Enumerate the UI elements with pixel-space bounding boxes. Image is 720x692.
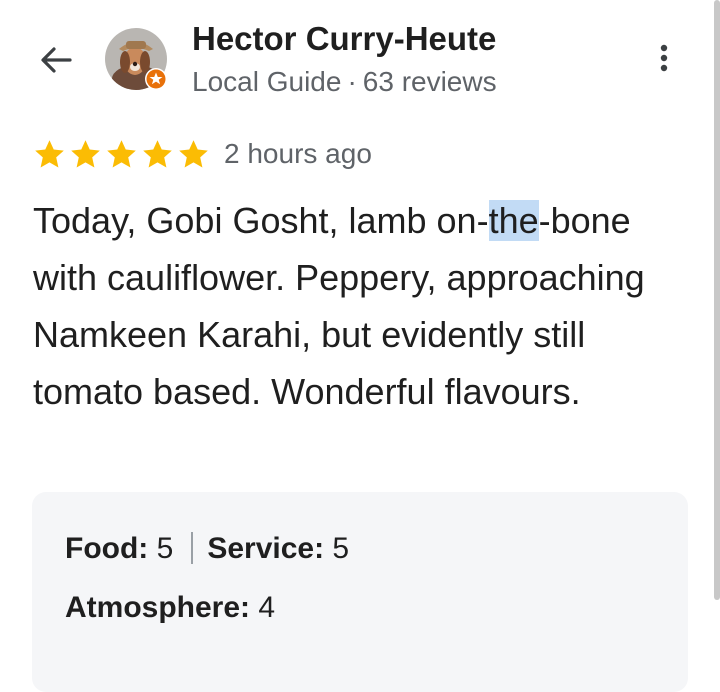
ratings-row-2: Atmosphere: 4 <box>65 591 275 625</box>
atmosphere-value: 4 <box>258 591 276 624</box>
service-value: 5 <box>332 532 350 565</box>
more-options-icon[interactable] <box>650 38 678 78</box>
review-text-part: Today, Gobi Gosht, lamb on- <box>33 200 489 241</box>
scrollbar[interactable] <box>714 0 720 600</box>
ratings-divider <box>191 532 194 564</box>
local-guide-label: Local Guide <box>192 66 342 97</box>
star-rating <box>32 137 211 172</box>
star-icon <box>143 140 172 168</box>
food-label: Food: <box>65 532 149 565</box>
selected-text: the <box>488 200 539 241</box>
meta-separator: · <box>347 66 357 97</box>
atmosphere-label: Atmosphere: <box>65 591 251 624</box>
local-guide-badge-icon <box>145 68 167 90</box>
reviewer-meta: Local Guide · 63 reviews <box>192 66 497 98</box>
service-label: Service: <box>207 532 325 565</box>
star-icon <box>71 140 100 168</box>
back-arrow-icon[interactable] <box>36 40 76 80</box>
reviewer-avatar[interactable] <box>104 27 168 91</box>
star-icon <box>179 140 208 168</box>
star-icon <box>35 140 64 168</box>
star-icon <box>107 140 136 168</box>
ratings-row-1: Food: 5 Service: 5 <box>65 532 349 566</box>
review-time: 2 hours ago <box>224 138 372 169</box>
food-value: 5 <box>156 532 174 565</box>
reviewer-name[interactable]: Hector Curry-Heute <box>192 20 496 58</box>
review-text: Today, Gobi Gosht, lamb on-the-bone with… <box>33 192 673 420</box>
review-count: 63 reviews <box>362 66 497 97</box>
ratings-breakdown: Food: 5 Service: 5 Atmosphere: 4 <box>32 492 688 692</box>
